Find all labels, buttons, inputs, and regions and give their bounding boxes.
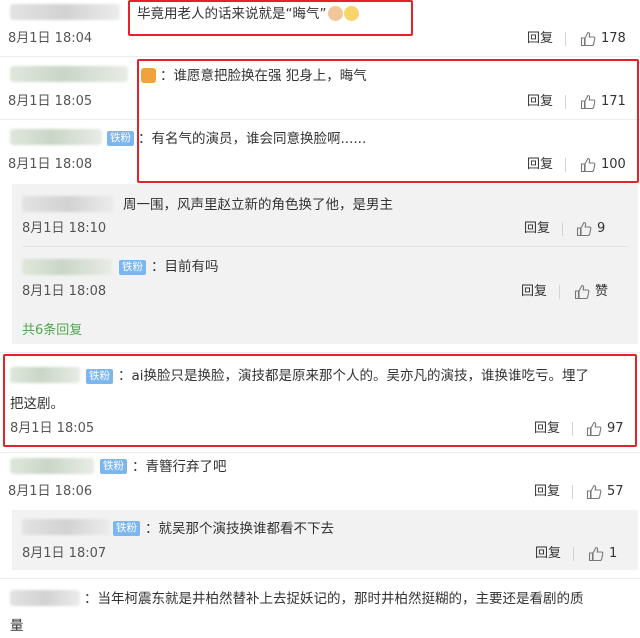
thumbs-up-icon bbox=[580, 31, 596, 47]
reply-time: 8月1日 18:08 bbox=[22, 284, 107, 299]
divider bbox=[559, 285, 560, 299]
username-blurred bbox=[10, 66, 128, 82]
highlight-box bbox=[137, 59, 639, 183]
like-count: 1 bbox=[609, 546, 618, 561]
highlight-box bbox=[3, 354, 637, 447]
divider bbox=[572, 485, 573, 499]
username-blurred bbox=[22, 519, 110, 535]
like-button[interactable]: 57 bbox=[586, 484, 624, 500]
reply-button[interactable]: 回复 bbox=[534, 484, 560, 500]
reply-time: 8月1日 18:10 bbox=[22, 221, 107, 236]
divider bbox=[0, 452, 640, 453]
username-blurred bbox=[22, 196, 114, 212]
divider bbox=[562, 222, 563, 236]
comment-text: ：青簪行弃了吧 bbox=[132, 459, 227, 475]
fan-badge: 铁粉 bbox=[113, 521, 140, 536]
reply-text: 周一围，风声里赵立新的角色换了他，是男主 bbox=[123, 197, 393, 213]
username-blurred bbox=[10, 458, 94, 474]
reply-button[interactable]: 回复 bbox=[524, 221, 550, 237]
divider bbox=[573, 547, 574, 561]
username-blurred bbox=[10, 590, 80, 606]
reply-button[interactable]: 回复 bbox=[521, 284, 547, 300]
comment-time: 8月1日 18:05 bbox=[8, 94, 93, 109]
divider bbox=[565, 32, 566, 46]
divider bbox=[0, 578, 640, 579]
username-blurred bbox=[10, 4, 120, 20]
comment-text: ：当年柯震东就是井柏然替补上去捉妖记的，那时井柏然挺糊的，主要还是看剧的质 bbox=[84, 591, 584, 607]
fan-badge: 铁粉 bbox=[100, 459, 127, 474]
reply-text: ：就吴那个演技换谁都看不下去 bbox=[145, 521, 334, 537]
comment-time: 8月1日 18:06 bbox=[8, 484, 93, 499]
like-button[interactable]: 赞 bbox=[574, 284, 608, 300]
like-count: 9 bbox=[597, 221, 606, 236]
like-count: 赞 bbox=[595, 284, 609, 299]
thumbs-up-icon bbox=[586, 484, 602, 500]
thumbs-up-icon bbox=[588, 546, 604, 562]
fan-badge: 铁粉 bbox=[119, 260, 146, 275]
divider bbox=[0, 56, 640, 57]
reply-button[interactable]: 回复 bbox=[527, 31, 553, 47]
highlight-box bbox=[128, 0, 413, 36]
reply-button[interactable]: 回复 bbox=[535, 546, 561, 562]
comment-time: 8月1日 18:04 bbox=[8, 31, 93, 46]
fan-badge: 铁粉 bbox=[107, 131, 134, 146]
like-button[interactable]: 9 bbox=[576, 221, 605, 237]
username-blurred bbox=[22, 259, 112, 275]
comment-time: 8月1日 18:08 bbox=[8, 157, 93, 172]
like-count: 178 bbox=[601, 31, 626, 46]
like-button[interactable]: 1 bbox=[588, 546, 617, 562]
username-blurred bbox=[10, 129, 102, 145]
like-button[interactable]: 178 bbox=[580, 31, 626, 47]
reply-text: ：目前有吗 bbox=[151, 259, 219, 275]
divider bbox=[0, 352, 640, 353]
thumbs-up-icon bbox=[574, 284, 590, 300]
comment-text: 量 bbox=[10, 618, 24, 634]
divider bbox=[22, 246, 628, 247]
like-count: 57 bbox=[607, 484, 624, 499]
thumbs-up-icon bbox=[576, 221, 592, 237]
more-replies-link[interactable]: 共6条回复 bbox=[22, 323, 82, 339]
reply-time: 8月1日 18:07 bbox=[22, 546, 107, 561]
